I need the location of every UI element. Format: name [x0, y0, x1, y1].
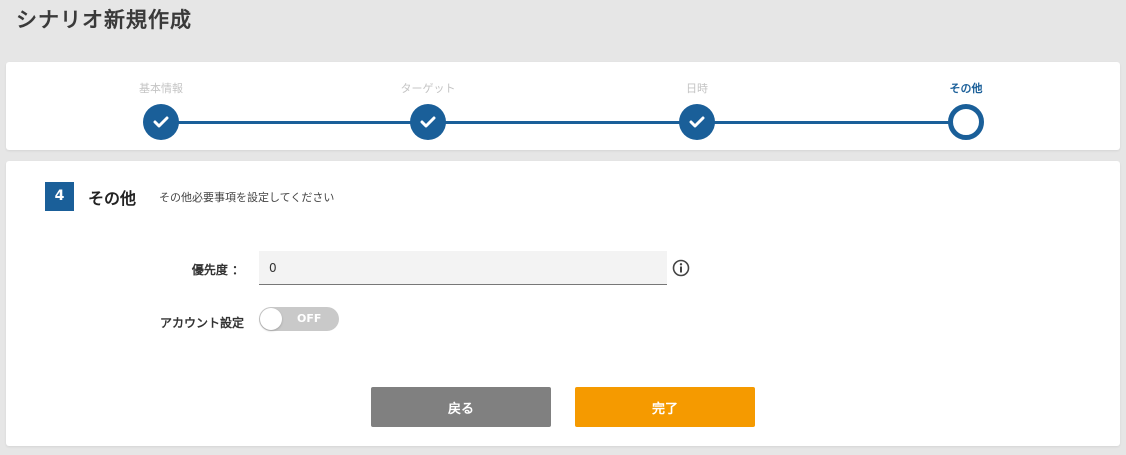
check-icon	[420, 116, 436, 128]
check-icon	[153, 116, 169, 128]
section-description: その他必要事項を設定してください	[159, 191, 335, 204]
step-label: 基本情報	[139, 82, 183, 95]
stepper-panel: 基本情報 ターゲット 日時 その他	[6, 62, 1120, 150]
form-panel: 4 その他 その他必要事項を設定してください 優先度 ： アカウント設定 OFF…	[6, 161, 1120, 446]
toggle-knob	[260, 308, 282, 330]
step-label: その他	[949, 82, 983, 95]
step-target[interactable]: ターゲット	[368, 62, 488, 140]
step-complete-dot	[143, 104, 179, 140]
info-circle-icon[interactable]	[672, 259, 690, 277]
step-complete-dot	[410, 104, 446, 140]
check-icon	[689, 116, 705, 128]
page-title: シナリオ新規作成	[16, 8, 192, 32]
step-current-dot	[948, 104, 984, 140]
complete-button[interactable]: 完了	[575, 387, 755, 427]
priority-input[interactable]	[259, 251, 667, 285]
step-datetime[interactable]: 日時	[637, 62, 757, 140]
section-title: その他	[88, 189, 137, 208]
back-button[interactable]: 戻る	[371, 387, 551, 427]
step-complete-dot	[679, 104, 715, 140]
step-other[interactable]: その他	[906, 62, 1026, 140]
step-basic-info[interactable]: 基本情報	[101, 62, 221, 140]
toggle-state-text: OFF	[297, 312, 322, 325]
step-label: 日時	[686, 82, 708, 95]
section-number-badge: 4	[45, 182, 74, 211]
step-label: ターゲット	[400, 82, 456, 95]
priority-label: 優先度 ：	[191, 263, 244, 277]
stepper-line	[162, 121, 967, 124]
account-setting-toggle[interactable]: OFF	[259, 307, 339, 331]
account-setting-label: アカウント設定	[159, 316, 244, 330]
